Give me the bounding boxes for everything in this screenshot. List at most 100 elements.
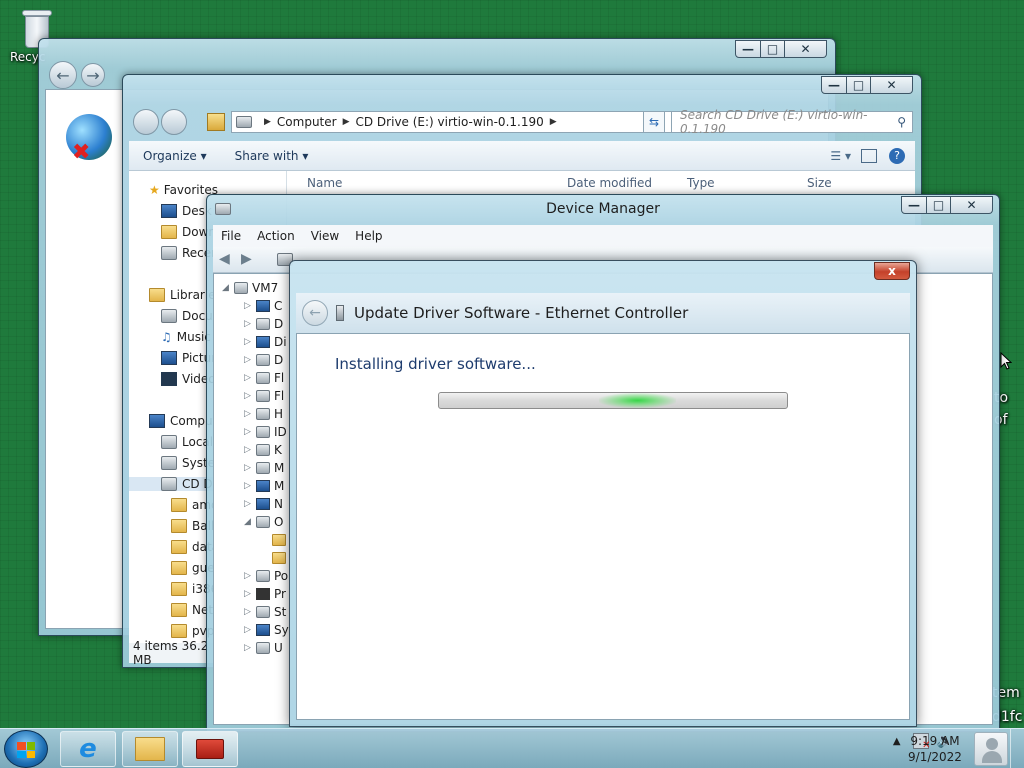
show-desktop-button[interactable] xyxy=(1010,729,1024,768)
clock[interactable]: 9:19 AM 9/1/2022 xyxy=(900,733,970,765)
progress-marquee xyxy=(599,393,676,408)
tree-node[interactable]: ▷ Sy xyxy=(244,622,289,638)
close-button[interactable]: ✕ xyxy=(871,76,913,94)
forward-arrow-icon[interactable]: ▶ xyxy=(241,251,252,267)
help-icon[interactable]: ? xyxy=(889,147,905,164)
internet-explorer-icon: e xyxy=(79,734,97,764)
breadcrumb-item[interactable]: CD Drive (E:) virtio-win-0.1.190 xyxy=(356,115,544,129)
back-arrow-icon[interactable]: ◀ xyxy=(219,251,230,267)
tree-node[interactable]: ▷ Po xyxy=(244,568,288,584)
menu-action[interactable]: Action xyxy=(249,229,303,243)
user-avatar-icon[interactable] xyxy=(974,732,1008,766)
update-driver-dialog[interactable]: x ← Update Driver Software - Ethernet Co… xyxy=(289,260,917,727)
usb-icon xyxy=(256,642,270,654)
tree-node[interactable]: ▷ H xyxy=(244,406,283,422)
clock-date: 9/1/2022 xyxy=(908,750,962,764)
search-input[interactable]: Search CD Drive (E:) virtio-win-0.1.190 … xyxy=(671,108,913,136)
keyboard-icon xyxy=(256,444,270,456)
star-icon: ★ xyxy=(149,183,160,197)
tree-node[interactable]: ▷ K xyxy=(244,442,282,458)
tree-leaf[interactable] xyxy=(272,550,290,566)
port-icon xyxy=(256,570,270,582)
forward-icon[interactable] xyxy=(161,109,187,135)
unknown-device-icon xyxy=(272,534,286,546)
tree-node[interactable]: ▷ C xyxy=(244,298,282,314)
search-icon[interactable]: ⚲ xyxy=(897,115,906,129)
refresh-icon[interactable]: ⇆ xyxy=(643,111,665,133)
minimize-button[interactable]: — xyxy=(821,76,847,94)
device-icon xyxy=(256,300,270,312)
preview-pane-icon[interactable] xyxy=(861,148,877,163)
documents-icon xyxy=(161,309,177,323)
folder-icon xyxy=(171,624,187,638)
breadcrumb-item[interactable]: Computer xyxy=(277,115,337,129)
install-status: Installing driver software... xyxy=(335,355,536,373)
hard-drive-icon xyxy=(161,456,177,470)
column-header-name[interactable]: Name xyxy=(307,176,342,190)
dialog-title: Update Driver Software - Ethernet Contro… xyxy=(354,304,689,322)
tree-node[interactable]: ▷ Fl xyxy=(244,370,284,386)
tree-node[interactable]: ▷ Di xyxy=(244,334,287,350)
dialog-header: ← Update Driver Software - Ethernet Cont… xyxy=(296,293,910,333)
network-icon xyxy=(256,498,270,510)
close-button[interactable]: ✕ xyxy=(785,40,827,58)
folder-icon xyxy=(135,737,165,761)
share-with-button[interactable]: Share with ▾ xyxy=(221,149,323,163)
explorer-button[interactable] xyxy=(122,731,178,767)
dialog-content: Installing driver software... xyxy=(296,333,910,720)
videos-icon xyxy=(161,372,177,386)
minimize-button[interactable]: — xyxy=(735,40,761,58)
column-header-date[interactable]: Date modified xyxy=(567,176,652,190)
back-icon[interactable]: ← xyxy=(302,300,328,326)
organize-button[interactable]: Organize ▾ xyxy=(129,149,221,163)
start-button[interactable] xyxy=(4,730,48,768)
tree-node[interactable]: ▷ U xyxy=(244,640,283,656)
tree-node[interactable]: ▷ ID xyxy=(244,424,287,440)
tree-leaf[interactable] xyxy=(272,532,290,548)
tree-node[interactable]: ▷ M xyxy=(244,478,284,494)
maximize-button[interactable]: □ xyxy=(761,40,785,58)
back-icon[interactable] xyxy=(133,109,159,135)
view-options-icon[interactable]: ☰ ▾ xyxy=(830,149,851,163)
tree-node[interactable]: ▷ M xyxy=(244,460,284,476)
tree-root[interactable]: ◢ VM7 xyxy=(222,280,278,296)
ethernet-controller-icon xyxy=(336,305,344,321)
back-icon[interactable]: ← xyxy=(49,61,77,89)
pictures-icon xyxy=(161,351,177,365)
music-icon: ♫ xyxy=(161,330,172,344)
forward-icon[interactable]: → xyxy=(81,63,105,87)
tree-node[interactable]: ▷ D xyxy=(244,352,283,368)
menu-view[interactable]: View xyxy=(303,229,347,243)
folder-icon xyxy=(171,561,187,575)
device-icon xyxy=(256,354,270,366)
close-button[interactable]: ✕ xyxy=(951,196,993,214)
folder-icon xyxy=(171,519,187,533)
folder-icon xyxy=(171,582,187,596)
tree-node[interactable]: ▷ St xyxy=(244,604,286,620)
mouse-icon xyxy=(256,462,270,474)
tree-node[interactable]: ▷ N xyxy=(244,496,283,512)
device-icon xyxy=(256,408,270,420)
minimize-button[interactable]: — xyxy=(901,196,927,214)
close-button[interactable]: x xyxy=(874,262,910,280)
column-header-size[interactable]: Size xyxy=(807,176,832,190)
storage-icon xyxy=(256,606,270,618)
up-folder-icon[interactable] xyxy=(207,113,225,131)
libraries-icon xyxy=(149,288,165,302)
hard-drive-icon xyxy=(161,435,177,449)
internet-explorer-button[interactable]: e xyxy=(60,731,116,767)
maximize-button[interactable]: □ xyxy=(847,76,871,94)
device-manager-taskbar-button[interactable] xyxy=(182,731,238,767)
tree-node[interactable]: ◢ O xyxy=(244,514,283,530)
menu-file[interactable]: File xyxy=(213,229,249,243)
error-x-icon: ✖ xyxy=(72,140,91,165)
cd-drive-icon xyxy=(161,477,177,491)
column-header-type[interactable]: Type xyxy=(687,176,715,190)
tree-node[interactable]: ▷ Fl xyxy=(244,388,284,404)
unknown-device-icon xyxy=(272,552,286,564)
tree-node[interactable]: ▷ Pr xyxy=(244,586,286,602)
menu-help[interactable]: Help xyxy=(347,229,390,243)
column-headers: Name Date modified Type Size xyxy=(287,171,915,195)
tree-node[interactable]: ▷ D xyxy=(244,316,283,332)
maximize-button[interactable]: □ xyxy=(927,196,951,214)
